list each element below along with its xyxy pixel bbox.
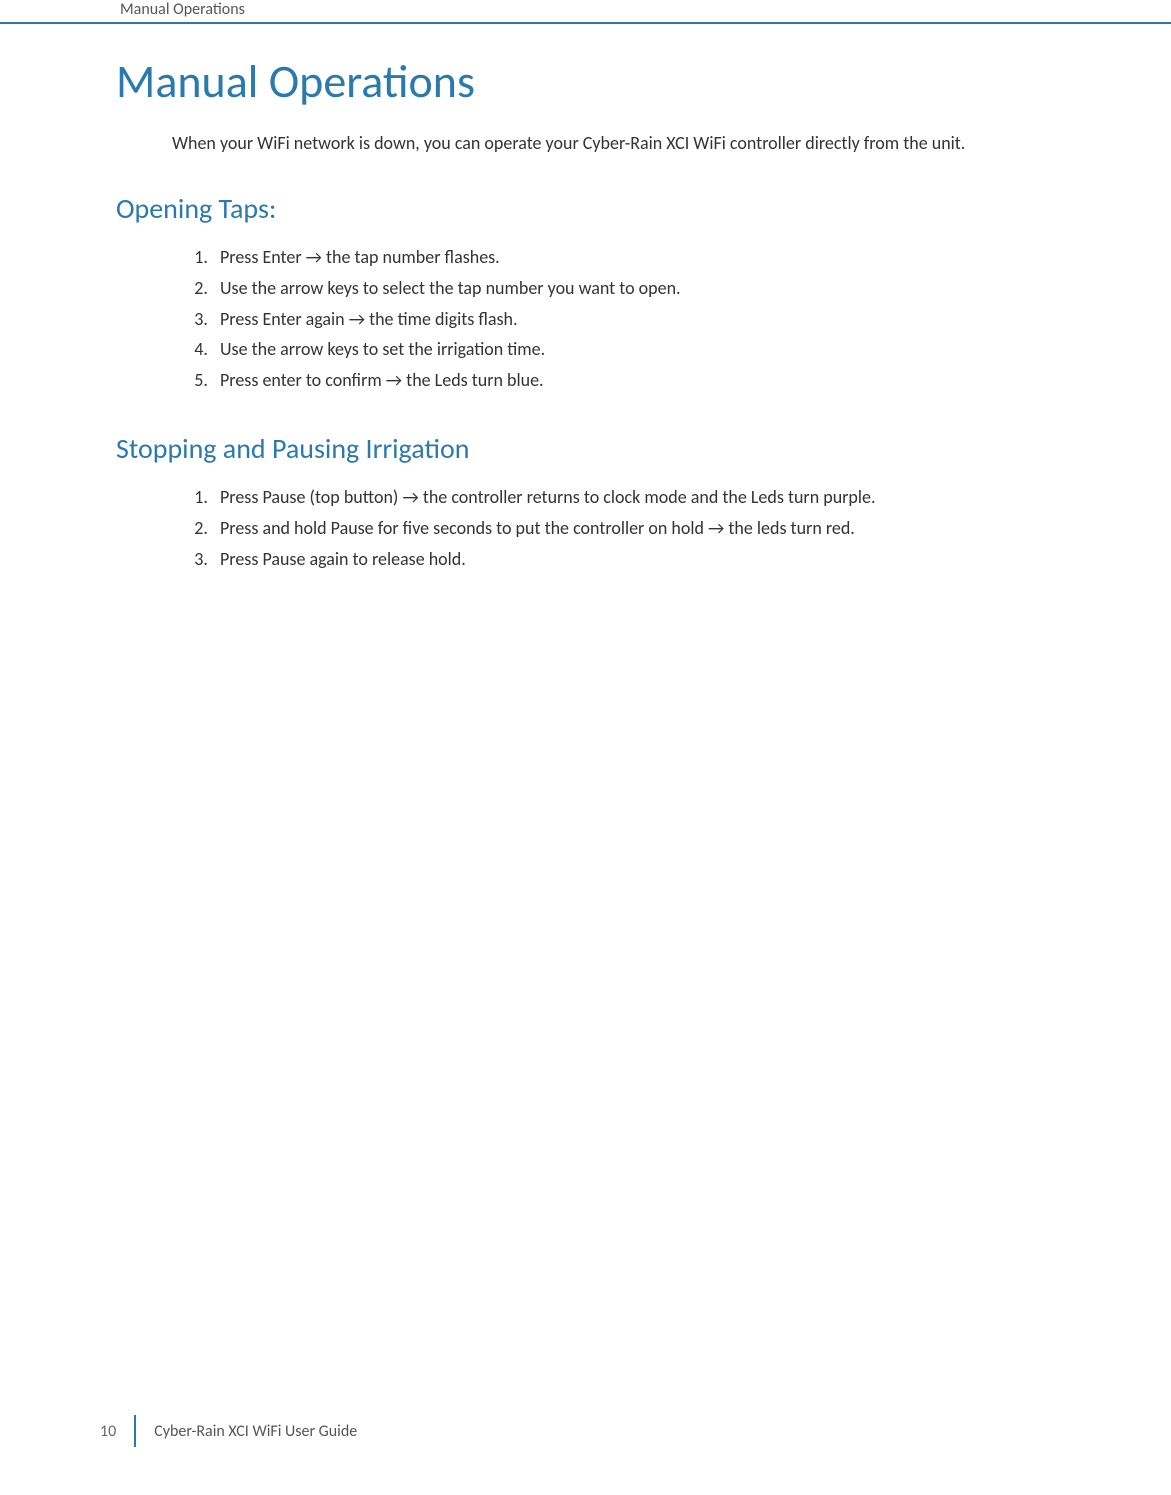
page-title: Manual Operations xyxy=(116,54,1123,110)
page-number: 10 xyxy=(100,1415,136,1447)
list-item: Press Pause (top button) → the controlle… xyxy=(212,482,1123,513)
footer-guide-title: Cyber-Rain XCI WiFi User Guide xyxy=(136,1422,357,1441)
list-item: Press Enter → the tap number flashes. xyxy=(212,242,1123,273)
intro-paragraph: When your WiFi network is down, you can … xyxy=(172,132,1123,155)
list-item: Press Pause again to release hold. xyxy=(212,544,1123,575)
section-heading-stopping-pausing: Stopping and Pausing Irrigation xyxy=(116,431,1123,466)
list-item: Press and hold Pause for five seconds to… xyxy=(212,513,1123,544)
list-item: Use the arrow keys to set the irrigation… xyxy=(212,334,1123,365)
opening-taps-steps: Press Enter → the tap number flashes. Us… xyxy=(212,242,1123,395)
section-heading-opening-taps: Opening Taps: xyxy=(116,191,1123,226)
running-header-title: Manual Operations xyxy=(120,0,245,19)
stopping-pausing-steps: Press Pause (top button) → the controlle… xyxy=(212,482,1123,574)
list-item: Use the arrow keys to select the tap num… xyxy=(212,273,1123,304)
list-item: Press Enter again → the time digits flas… xyxy=(212,304,1123,335)
page-content: Manual Operations When your WiFi network… xyxy=(0,24,1171,574)
page-footer: 10 Cyber-Rain XCI WiFi User Guide xyxy=(100,1415,357,1447)
list-item: Press enter to confirm → the Leds turn b… xyxy=(212,365,1123,396)
